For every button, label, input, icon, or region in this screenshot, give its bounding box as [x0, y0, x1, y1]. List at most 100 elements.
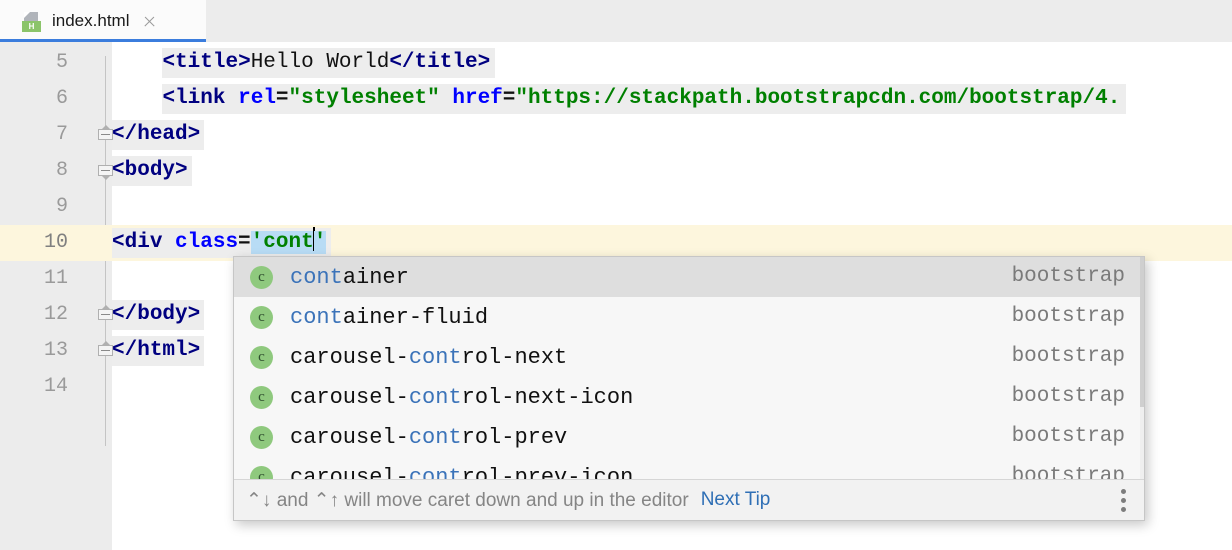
code-token: title — [175, 51, 239, 74]
code-completion-popup[interactable]: c container bootstrap c container-fluid boots… — [233, 256, 1145, 521]
css-class-icon: c — [250, 345, 273, 369]
completion-scrollbar-thumb[interactable] — [1140, 257, 1144, 407]
completion-item-source: bootstrap — [1011, 465, 1125, 480]
completion-item-label: container — [290, 264, 409, 290]
code-line[interactable]: 6 <link rel="stylesheet" href="https://st… — [0, 81, 1232, 117]
completion-item-label: container-fluid — [290, 304, 489, 330]
code-line[interactable]: 5 <title>Hello World</title> — [0, 45, 1232, 81]
completion-item-label: carousel-control-prev — [290, 424, 568, 450]
completion-item[interactable]: c carousel-control-prev bootstrap — [234, 417, 1144, 457]
completion-item[interactable]: c carousel-control-next-icon bootstrap — [234, 377, 1144, 417]
fold-toggle-icon[interactable] — [98, 305, 113, 322]
code-token: "stylesheet" — [288, 87, 440, 110]
completion-item[interactable]: c carousel-control-prev-icon bootstrap — [234, 457, 1144, 480]
completion-tip-bar: ⌃↓ and ⌃↑ will move caret down and up in… — [234, 479, 1144, 520]
code-line[interactable]: 9 — [0, 189, 1232, 225]
code-token: = — [238, 231, 251, 254]
code-token: = — [502, 87, 516, 110]
line-number: 9 — [55, 195, 68, 218]
code-line[interactable]: 8 <body> — [0, 153, 1232, 189]
code-token: < — [112, 159, 125, 182]
code-token: href — [452, 87, 503, 110]
code-token: html — [137, 339, 188, 362]
css-class-icon: c — [250, 305, 273, 329]
code-text: <link rel="stylesheet" href="https://sta… — [162, 81, 1120, 117]
completion-item[interactable]: c container bootstrap — [234, 257, 1144, 297]
line-number: 6 — [55, 87, 68, 110]
completion-scrollbar[interactable] — [1140, 257, 1144, 480]
code-token: < — [162, 51, 176, 74]
line-number: 13 — [43, 339, 68, 362]
editor-tab-index-html[interactable]: H index.html — [0, 0, 206, 42]
line-number: 5 — [55, 51, 68, 74]
code-text: </html> — [112, 333, 200, 369]
css-class-icon: c — [250, 385, 273, 409]
line-number: 12 — [43, 303, 68, 326]
code-line[interactable]: 7 </head> — [0, 117, 1232, 153]
fold-toggle-icon[interactable] — [98, 163, 113, 180]
code-token: </ — [112, 303, 138, 326]
code-token: > — [477, 51, 491, 74]
completion-item[interactable]: c container-fluid bootstrap — [234, 297, 1144, 337]
line-number: 11 — [43, 267, 68, 290]
completion-item-label: carousel-control-next-icon — [290, 384, 634, 410]
code-token: < — [162, 87, 176, 110]
code-text: </body> — [112, 297, 200, 333]
code-text: </head> — [112, 117, 200, 153]
line-number: 8 — [55, 159, 68, 182]
code-text: <title>Hello World</title> — [162, 45, 490, 81]
completion-list[interactable]: c container bootstrap c container-fluid boots… — [234, 257, 1144, 480]
html-file-icon: H — [22, 11, 41, 32]
fold-toggle-icon[interactable] — [98, 341, 113, 358]
html-file-icon-badge: H — [28, 21, 35, 31]
code-token: cont — [263, 231, 314, 254]
completion-item-label: carousel-control-prev-icon — [290, 464, 634, 481]
line-number: 7 — [55, 123, 68, 146]
css-class-icon: c — [250, 465, 273, 480]
ide-window: H index.html 5 <title>Hello World</title>… — [0, 0, 1232, 550]
completion-item-source: bootstrap — [1011, 305, 1125, 328]
code-token: div — [124, 231, 163, 254]
code-token: head — [137, 123, 188, 146]
code-token: > — [238, 51, 251, 74]
next-tip-link[interactable]: Next Tip — [701, 489, 771, 511]
code-token: ' — [250, 231, 264, 254]
kebab-menu-icon[interactable] — [1121, 489, 1126, 512]
fold-toggle-icon[interactable] — [98, 125, 113, 142]
code-token: > — [187, 303, 201, 326]
css-class-icon: c — [250, 425, 273, 449]
completion-item-source: bootstrap — [1011, 265, 1125, 288]
code-token: </ — [112, 339, 138, 362]
completion-item-source: bootstrap — [1011, 385, 1125, 408]
css-class-icon: c — [250, 265, 273, 289]
code-token: body — [137, 303, 188, 326]
code-token: < — [112, 231, 125, 254]
line-number: 10 — [43, 231, 68, 254]
close-icon[interactable] — [142, 14, 157, 29]
code-token: </ — [389, 51, 415, 74]
code-token: "https://stackpath.bootstrapcdn.com/boot… — [515, 87, 1121, 110]
code-token: ' — [313, 231, 327, 254]
code-token: Hello World — [250, 51, 390, 74]
editor-tab-label: index.html — [52, 11, 130, 30]
code-token: = — [275, 87, 289, 110]
code-token: title — [414, 51, 478, 74]
code-token: > — [187, 123, 201, 146]
code-token: body — [124, 159, 176, 182]
code-token: link — [175, 87, 226, 110]
completion-item-source: bootstrap — [1011, 425, 1125, 448]
code-text: <body> — [112, 153, 188, 189]
code-token: rel — [238, 87, 276, 110]
code-token: </ — [112, 123, 138, 146]
completion-item-source: bootstrap — [1011, 345, 1125, 368]
line-number: 14 — [43, 375, 68, 398]
code-token: > — [187, 339, 201, 362]
editor-tab-bar: H index.html — [0, 0, 1232, 42]
tip-text: ⌃↓ and ⌃↑ will move caret down and up in… — [246, 489, 689, 511]
completion-item-label: carousel-control-next — [290, 344, 568, 370]
code-token: > — [175, 159, 188, 182]
completion-item[interactable]: c carousel-control-next bootstrap — [234, 337, 1144, 377]
